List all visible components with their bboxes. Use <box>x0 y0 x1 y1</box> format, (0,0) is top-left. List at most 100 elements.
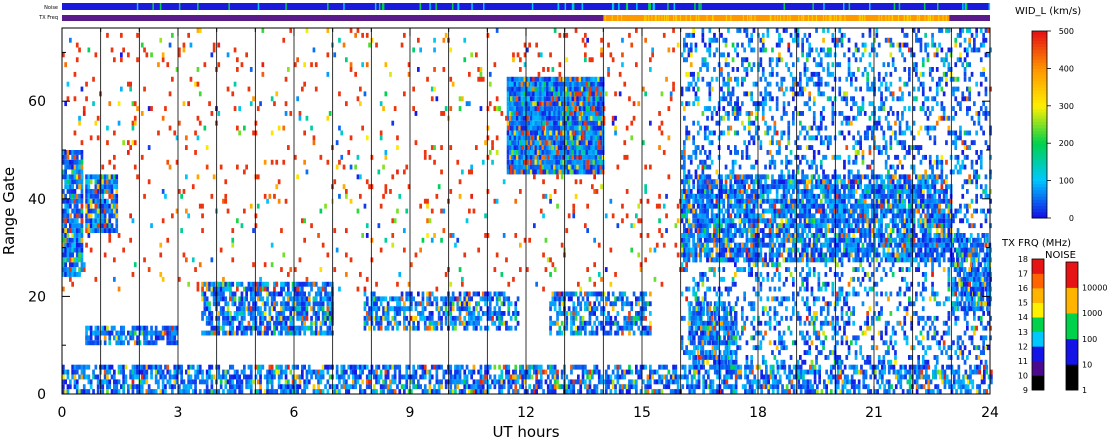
heatmap-cell <box>268 364 272 370</box>
heatmap-cell <box>713 340 717 346</box>
heatmap-cell <box>89 179 93 185</box>
heatmap-cell <box>159 330 163 336</box>
heatmap-cell <box>696 233 700 238</box>
heatmap-cell <box>543 81 547 87</box>
heatmap-cell <box>796 247 800 253</box>
heatmap-cell <box>282 301 286 307</box>
heatmap-cell <box>567 115 570 121</box>
heatmap-cell <box>208 374 211 380</box>
heatmap-cell <box>896 247 900 253</box>
heatmap-cell <box>513 81 517 87</box>
heatmap-cell <box>103 184 107 190</box>
heatmap-cell <box>780 174 784 180</box>
heatmap-cell <box>945 242 948 248</box>
heatmap-cell <box>618 296 622 302</box>
heatmap-cell <box>785 208 788 214</box>
heatmap-cell <box>270 384 274 390</box>
heatmap-cell <box>577 330 580 336</box>
heatmap-cell <box>854 218 858 224</box>
heatmap-cell <box>534 115 538 121</box>
heatmap-cell <box>764 174 767 180</box>
heatmap-cell <box>787 252 791 258</box>
heatmap-cell <box>520 120 524 126</box>
heatmap-cell <box>94 340 98 346</box>
heatmap-cell <box>803 237 807 243</box>
heatmap-cell <box>572 306 576 312</box>
heatmap-cell <box>857 198 860 204</box>
heatmap-cell <box>305 315 309 321</box>
freq-strip-tick <box>695 15 697 21</box>
heatmap-cell <box>356 364 360 370</box>
noise-strip-tick <box>667 3 669 10</box>
heatmap-cell <box>727 237 730 243</box>
heatmap-cell <box>567 154 570 160</box>
heatmap-cell <box>150 369 153 375</box>
heatmap-cell <box>644 301 647 307</box>
heatmap-cell <box>766 208 770 214</box>
heatmap-cell <box>518 76 521 82</box>
heatmap-cell <box>727 193 730 199</box>
heatmap-cell <box>113 335 116 341</box>
heatmap-cell <box>66 247 70 253</box>
heatmap-cell <box>80 154 84 160</box>
heatmap-cell <box>386 389 390 394</box>
heatmap-cell <box>694 218 698 224</box>
heatmap-cell <box>843 252 846 258</box>
heatmap-cell <box>593 330 596 336</box>
heatmap-cell <box>263 389 267 394</box>
heatmap-cell <box>287 325 290 331</box>
heatmap-cell <box>810 179 814 185</box>
heatmap-cell <box>861 233 865 238</box>
heatmap-cell <box>289 325 293 331</box>
heatmap-cell <box>956 233 959 238</box>
heatmap-cell <box>103 174 107 180</box>
heatmap-cell <box>398 320 402 326</box>
heatmap-cell <box>635 315 638 321</box>
heatmap-cell <box>720 359 724 365</box>
heatmap-cell <box>73 213 77 219</box>
heatmap-cell <box>101 223 105 229</box>
heatmap-cell <box>73 189 77 194</box>
heatmap-cell <box>695 330 699 336</box>
heatmap-cell <box>69 237 72 243</box>
heatmap-cell <box>117 389 121 394</box>
heatmap-cell <box>532 164 535 170</box>
heatmap-cell <box>435 301 439 307</box>
heatmap-cell <box>101 228 105 233</box>
heatmap-cell <box>161 379 165 385</box>
heatmap-cell <box>444 301 448 307</box>
heatmap-cell <box>979 242 982 248</box>
heatmap-cell <box>866 252 869 258</box>
heatmap-cell <box>578 76 582 82</box>
heatmap-cell <box>150 330 153 336</box>
heatmap-cell <box>303 379 306 385</box>
heatmap-cell <box>89 384 93 390</box>
heatmap-cell <box>576 125 579 131</box>
heatmap-cell <box>836 252 839 258</box>
heatmap-cell <box>140 379 144 385</box>
heatmap-cell <box>567 169 570 175</box>
heatmap-cell <box>319 286 323 292</box>
heatmap-cell <box>727 198 730 204</box>
heatmap-cell <box>870 233 874 238</box>
heatmap-cell <box>472 320 476 326</box>
heatmap-cell <box>122 330 125 336</box>
heatmap-cell <box>836 208 839 214</box>
heatmap-cell <box>66 257 70 263</box>
heatmap-cell <box>384 325 388 331</box>
heatmap-cell <box>226 379 230 385</box>
heatmap-cell <box>789 213 793 219</box>
heatmap-cell <box>277 384 281 390</box>
heatmap-cell <box>725 340 729 346</box>
heatmap-cell <box>546 96 549 102</box>
heatmap-cell <box>597 159 600 165</box>
heatmap-cell <box>461 320 464 326</box>
heatmap-cell <box>590 164 593 170</box>
heatmap-cell <box>597 76 600 82</box>
heatmap-cell <box>509 159 512 165</box>
heatmap-cell <box>558 330 562 336</box>
heatmap-cell <box>761 208 765 214</box>
heatmap-cell <box>92 208 95 214</box>
heatmap-cell <box>824 233 828 238</box>
heatmap-cell <box>877 233 881 238</box>
